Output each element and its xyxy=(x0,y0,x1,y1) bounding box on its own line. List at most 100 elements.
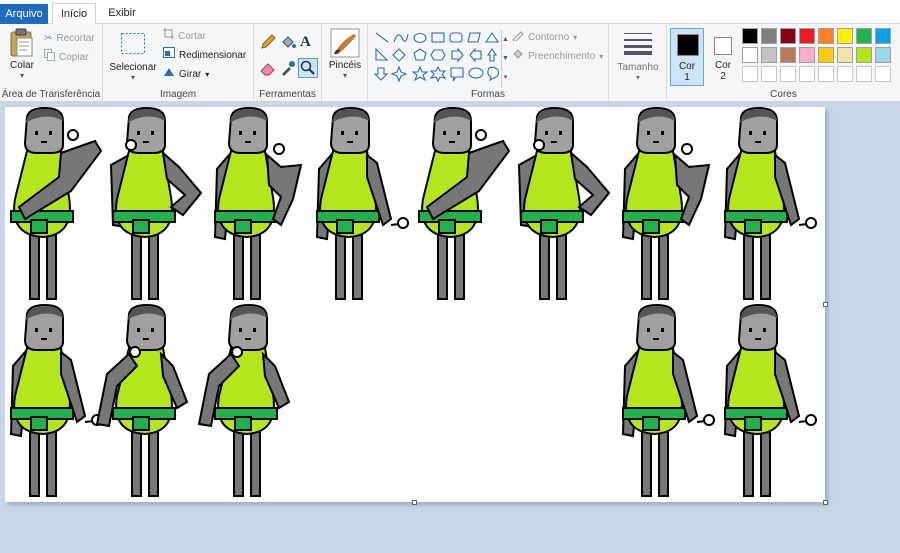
size-group: Tamanho ▾ xyxy=(609,24,667,102)
crop-button[interactable]: Cortar xyxy=(163,28,206,46)
rotate-label: Girar xyxy=(179,69,202,80)
colors-group: Cor 1 Cor 2 Cores xyxy=(667,24,900,102)
rotate-button[interactable]: Girar ▾ xyxy=(163,66,209,84)
oval-callout-shape-icon xyxy=(468,67,484,79)
color-swatch[interactable] xyxy=(780,47,796,63)
color-swatch[interactable] xyxy=(742,28,758,44)
custom-color-slot[interactable] xyxy=(742,66,758,82)
color-swatch[interactable] xyxy=(761,28,777,44)
color-swatch[interactable] xyxy=(818,28,834,44)
tab-file[interactable]: Arquivo xyxy=(0,4,48,25)
shapes-scroll[interactable]: ▲ ▼ ▾ xyxy=(501,30,509,88)
select-label: Selecionar xyxy=(109,62,157,73)
character-sprite xyxy=(517,107,611,300)
scroll-up-icon[interactable]: ▲ xyxy=(502,30,509,49)
magnifier-icon[interactable] xyxy=(298,58,318,78)
character-sprite xyxy=(10,107,103,300)
resize-handle-corner[interactable] xyxy=(823,500,828,505)
color-swatch[interactable] xyxy=(742,47,758,63)
outline-button[interactable]: Contorno ▾ xyxy=(512,29,577,47)
color-swatch[interactable] xyxy=(875,28,891,44)
clipboard-icon xyxy=(10,28,33,57)
color-swatch[interactable] xyxy=(856,28,872,44)
cloud-callout-shape-icon xyxy=(487,66,500,82)
up-arrow-shape-icon xyxy=(486,48,498,62)
color2-button[interactable]: Cor 2 xyxy=(708,28,738,86)
drawing-canvas[interactable] xyxy=(5,107,825,502)
color-swatch[interactable] xyxy=(875,47,891,63)
color1-label-line1: Cor xyxy=(678,61,696,72)
tab-view[interactable]: Exibir xyxy=(100,3,144,24)
character-sprite xyxy=(418,107,511,300)
cut-button[interactable]: ✂ Recortar xyxy=(44,30,95,48)
color-swatch[interactable] xyxy=(799,47,815,63)
color-swatch[interactable] xyxy=(837,47,853,63)
color-swatch[interactable] xyxy=(818,47,834,63)
color-swatch[interactable] xyxy=(761,47,777,63)
shapes-group: ▲ ▼ ▾ Contorno ▾ Preenchimento ▾ Formas xyxy=(368,24,609,102)
character-sprite xyxy=(109,107,203,300)
menu-tabs: Arquivo Início Exibir xyxy=(0,0,900,25)
resize-icon xyxy=(163,47,175,65)
resize-handle-right[interactable] xyxy=(823,302,828,307)
character-sprite xyxy=(95,303,189,497)
character-sprite xyxy=(197,303,291,497)
chevron-down-icon: ▾ xyxy=(205,70,210,79)
clipboard-group-label: Área de Transferência xyxy=(1,89,101,100)
fill-bucket-icon[interactable] xyxy=(280,34,298,52)
right-arrow-shape-icon xyxy=(451,47,464,63)
clipboard-group: Colar ▾ ✂ Recortar Copiar Área de Transf… xyxy=(0,24,103,102)
eraser-icon[interactable] xyxy=(260,60,278,78)
character-sprite xyxy=(621,107,711,300)
rounded-callout-shape-icon xyxy=(450,67,464,82)
scissors-icon: ✂ xyxy=(44,33,53,44)
brush-icon xyxy=(330,28,360,58)
resize-handle-bottom[interactable] xyxy=(412,500,417,505)
paste-button[interactable]: Colar ▾ xyxy=(4,28,40,88)
color-swatch[interactable] xyxy=(856,47,872,63)
color-picker-icon[interactable] xyxy=(280,60,298,78)
color1-swatch xyxy=(677,34,699,56)
shapes-gallery[interactable] xyxy=(373,30,500,88)
outline-icon xyxy=(512,29,524,48)
line-thickness-icon xyxy=(624,33,652,55)
custom-color-slot[interactable] xyxy=(799,66,815,82)
select-button[interactable]: Selecionar ▾ xyxy=(109,30,157,88)
rectangle-shape-icon xyxy=(431,32,445,43)
scroll-down-icon[interactable]: ▼ xyxy=(502,49,509,68)
color2-label-line2: 2 xyxy=(720,71,726,82)
pencil-icon[interactable] xyxy=(260,34,278,52)
color-swatch[interactable] xyxy=(837,28,853,44)
color1-button[interactable]: Cor 1 xyxy=(670,28,704,86)
expand-icon[interactable]: ▾ xyxy=(502,68,509,87)
right-triangle-shape-icon xyxy=(375,47,389,61)
image-group: Selecionar ▾ Cortar Redimensionar Girar … xyxy=(103,24,254,102)
tools-group: A Ferramentas xyxy=(254,24,322,102)
crop-icon xyxy=(163,28,174,46)
text-tool-icon[interactable]: A xyxy=(300,34,318,52)
custom-color-slot[interactable] xyxy=(818,66,834,82)
size-button[interactable]: Tamanho ▾ xyxy=(615,30,661,90)
custom-color-slot[interactable] xyxy=(856,66,872,82)
copy-button[interactable]: Copiar xyxy=(44,48,88,67)
tab-home[interactable]: Início xyxy=(52,3,96,24)
fill-button[interactable]: Preenchimento ▾ xyxy=(512,48,603,66)
paste-label: Colar xyxy=(10,60,34,71)
pentagon-shape-icon xyxy=(413,48,427,61)
custom-color-slot[interactable] xyxy=(780,66,796,82)
cut-label: Recortar xyxy=(56,33,95,44)
brushes-button[interactable]: Pincéis ▾ xyxy=(326,28,364,88)
color-swatch[interactable] xyxy=(799,28,815,44)
resize-button[interactable]: Redimensionar xyxy=(163,47,246,65)
hexagon-shape-icon xyxy=(430,49,446,61)
custom-color-slot[interactable] xyxy=(837,66,853,82)
rotate-icon xyxy=(163,66,175,84)
custom-color-slot[interactable] xyxy=(875,66,891,82)
workspace xyxy=(0,102,900,553)
color-swatch[interactable] xyxy=(780,28,796,44)
shapes-group-label: Formas xyxy=(471,89,505,100)
chevron-down-icon: ▾ xyxy=(599,52,604,61)
color2-swatch xyxy=(714,37,732,55)
custom-color-slot[interactable] xyxy=(761,66,777,82)
six-point-star-shape-icon xyxy=(429,65,447,83)
